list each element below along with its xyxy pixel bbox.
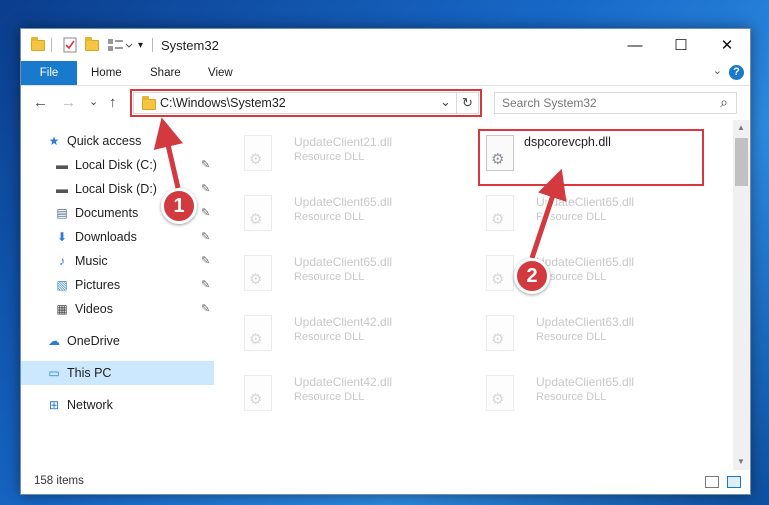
callout-arrows (153, 117, 567, 263)
step-callout-1: 1 (161, 188, 197, 224)
step-callout-2: 2 (514, 258, 550, 294)
